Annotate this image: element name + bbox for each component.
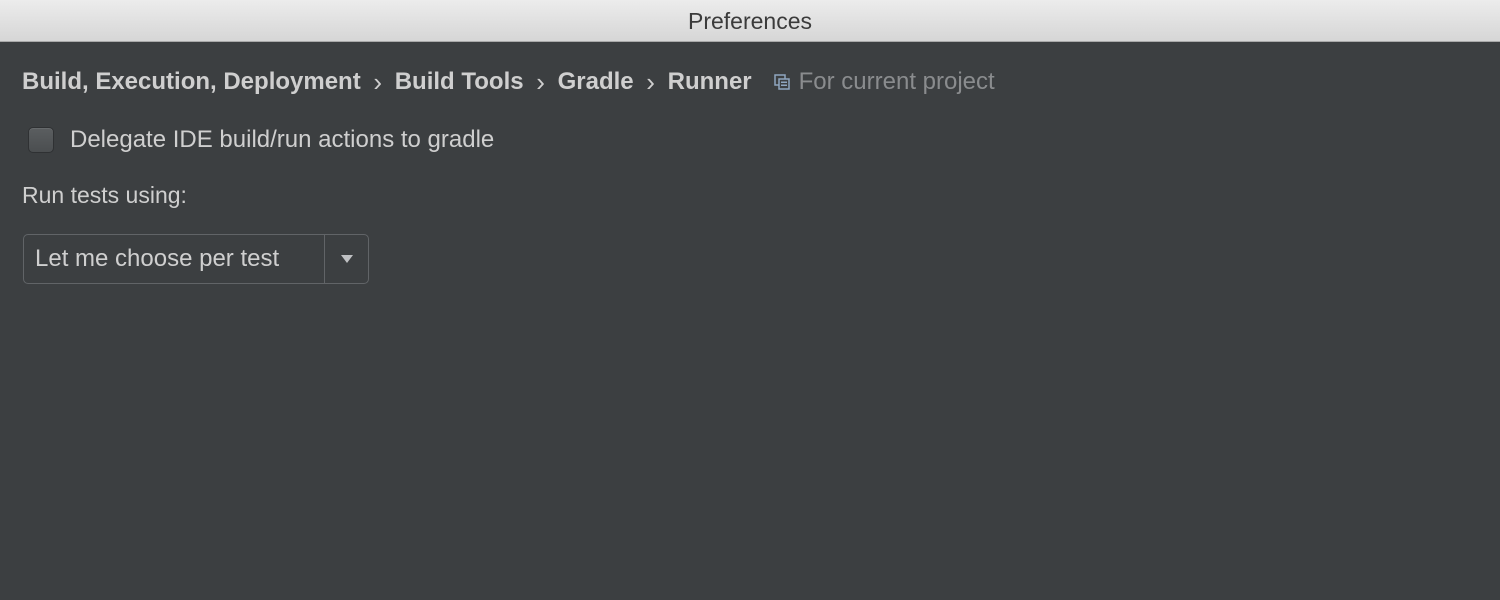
breadcrumb-item-build-tools: Build Tools: [394, 68, 524, 95]
title-bar[interactable]: Preferences: [0, 0, 1500, 42]
breadcrumb-separator: ›: [536, 67, 545, 97]
run-tests-dropdown-value[interactable]: Let me choose per test: [24, 245, 324, 273]
chevron-down-icon[interactable]: [325, 235, 368, 283]
breadcrumb-separator: ›: [646, 67, 655, 97]
breadcrumb-item-runner: Runner: [667, 68, 752, 95]
preferences-panel: Build, Execution, Deployment › Build Too…: [0, 42, 1500, 600]
delegate-option[interactable]: Delegate IDE build/run actions to gradle: [28, 124, 494, 156]
delegate-checkbox-label[interactable]: Delegate IDE build/run actions to gradle: [70, 126, 494, 154]
breadcrumb-separator: ›: [373, 67, 383, 97]
delegate-checkbox[interactable]: [28, 127, 54, 153]
breadcrumb-item-build-execution-deployment: Build, Execution, Deployment: [22, 68, 361, 95]
run-tests-dropdown[interactable]: Let me choose per test: [23, 234, 369, 284]
run-tests-label: Run tests using:: [22, 182, 187, 208]
scope-label: For current project: [798, 68, 995, 95]
breadcrumb-item-gradle: Gradle: [557, 68, 634, 95]
project-scope-icon: [773, 74, 790, 90]
breadcrumb: Build, Execution, Deployment › Build Too…: [22, 66, 995, 98]
window-title: Preferences: [687, 8, 812, 34]
